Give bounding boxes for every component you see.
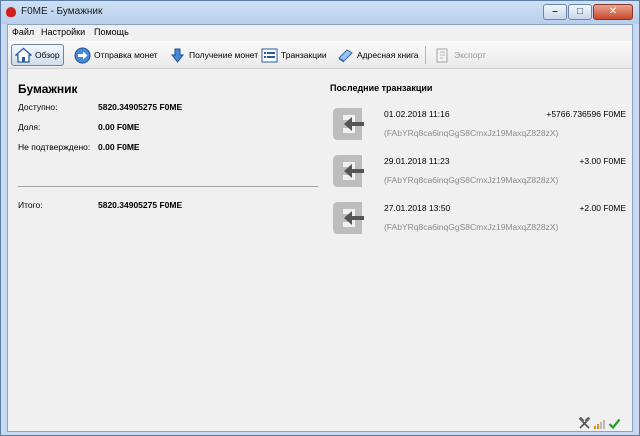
transaction-date: 29.01.2018 11:23 <box>384 156 450 166</box>
menu-help[interactable]: Помощь <box>94 27 129 37</box>
export-label: Экспорт <box>454 50 486 60</box>
recent-transactions-heading: Последние транзакции <box>330 83 433 93</box>
maximize-icon: □ <box>576 6 584 17</box>
transactions-button[interactable]: Транзакции <box>258 44 330 66</box>
close-icon: ✕ <box>608 6 618 17</box>
stake-value: 0.00 F0ME <box>98 122 140 132</box>
network-signal-icon[interactable] <box>593 417 606 430</box>
window-title: F0ME - Бумажник <box>21 6 103 17</box>
export-button[interactable]: Экспорт <box>431 44 489 66</box>
export-icon <box>434 47 451 64</box>
transaction-address: (FAbYRq8ca6inqGgS8CmxJz19MaxqZ828zX) <box>384 175 559 185</box>
close-button[interactable]: ✕ <box>593 4 633 20</box>
home-icon <box>14 47 33 64</box>
transaction-date: 01.02.2018 11:16 <box>384 109 450 119</box>
available-value: 5820.34905275 F0ME <box>98 102 183 112</box>
client-area: Файл Настройки Помощь Обзор Отправка мон… <box>7 24 633 432</box>
menu-bar: Файл Настройки Помощь <box>8 25 632 41</box>
send-arrow-icon <box>74 47 91 64</box>
maximize-button[interactable]: □ <box>568 4 592 20</box>
transaction-amount: +2.00 F0ME <box>579 203 626 213</box>
send-coins-button[interactable]: Отправка монет <box>71 44 161 66</box>
overview-label: Обзор <box>35 50 60 60</box>
status-bar <box>8 416 632 431</box>
incoming-transaction-icon <box>330 152 368 190</box>
wallet-heading: Бумажник <box>18 82 78 96</box>
menu-settings[interactable]: Настройки <box>41 27 85 37</box>
transaction-item[interactable]: 27.01.2018 13:50 +2.00 F0ME (FAbYRq8ca6i… <box>330 196 626 242</box>
transaction-address: (FAbYRq8ca6inqGgS8CmxJz19MaxqZ828zX) <box>384 128 559 138</box>
title-bar[interactable]: F0ME - Бумажник – □ ✕ <box>1 1 639 24</box>
overview-button[interactable]: Обзор <box>11 44 64 66</box>
total-label: Итого: <box>18 200 43 210</box>
incoming-transaction-icon <box>330 199 368 237</box>
unconfirmed-label: Не подтверждено: <box>18 142 91 152</box>
receive-arrow-icon <box>169 47 186 64</box>
transaction-item[interactable]: 01.02.2018 11:16 +5766.736596 F0ME (FAbY… <box>330 102 626 148</box>
total-value: 5820.34905275 F0ME <box>98 200 183 210</box>
transaction-address: (FAbYRq8ca6inqGgS8CmxJz19MaxqZ828zX) <box>384 222 559 232</box>
send-coins-label: Отправка монет <box>94 50 158 60</box>
receive-coins-button[interactable]: Получение монет <box>166 44 261 66</box>
window-controls: – □ ✕ <box>542 4 633 20</box>
menu-file[interactable]: Файл <box>12 27 34 37</box>
list-icon <box>261 47 278 64</box>
toolbar-separator <box>425 46 426 64</box>
receive-coins-label: Получение монет <box>189 50 259 60</box>
app-icon <box>6 7 16 17</box>
minimize-button[interactable]: – <box>543 4 567 20</box>
transactions-label: Транзакции <box>281 50 327 60</box>
minimize-icon: – <box>552 6 558 17</box>
transaction-item[interactable]: 29.01.2018 11:23 +3.00 F0ME (FAbYRq8ca6i… <box>330 149 626 195</box>
address-book-icon <box>337 47 354 64</box>
main-window: F0ME - Бумажник – □ ✕ Файл Настройки Пом… <box>0 0 640 436</box>
transaction-amount: +5766.736596 F0ME <box>546 109 626 119</box>
incoming-transaction-icon <box>330 105 368 143</box>
available-label: Доступно: <box>18 102 58 112</box>
balance-divider <box>18 186 318 187</box>
synced-check-icon[interactable] <box>608 417 621 430</box>
toolbar: Обзор Отправка монет Получение монет Тра… <box>8 41 632 69</box>
overview-page: Бумажник Доступно: 5820.34905275 F0ME До… <box>8 70 632 416</box>
stake-label: Доля: <box>18 122 41 132</box>
unconfirmed-value: 0.00 F0ME <box>98 142 140 152</box>
transaction-amount: +3.00 F0ME <box>579 156 626 166</box>
address-book-label: Адресная книга <box>357 50 419 60</box>
staking-hammer-icon[interactable] <box>578 416 591 430</box>
address-book-button[interactable]: Адресная книга <box>334 44 422 66</box>
transaction-date: 27.01.2018 13:50 <box>384 203 451 213</box>
